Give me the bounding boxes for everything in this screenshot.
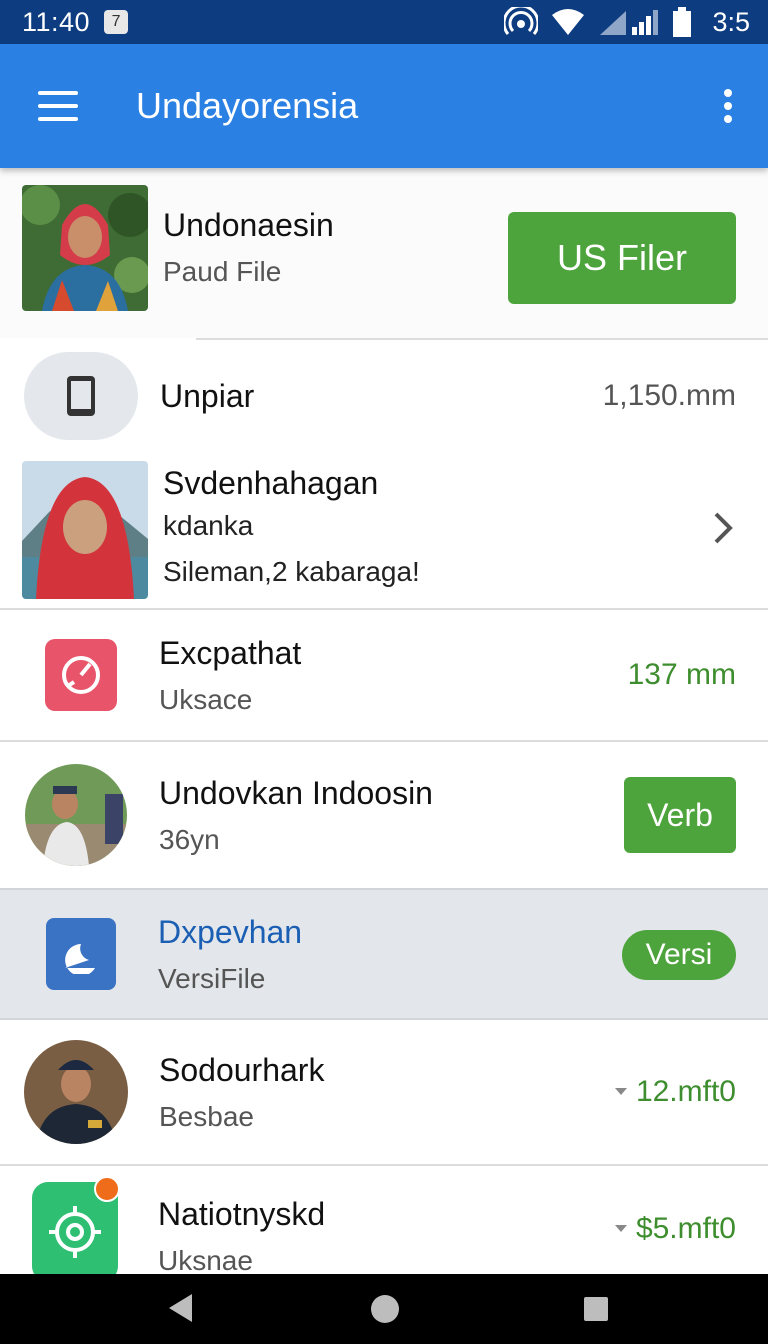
item-list: Undonaesin Paud File US Filer Unpiar 1,1… [0, 168, 768, 1274]
item-title: Dxpevhan [158, 913, 303, 950]
item-subtitle: Besbae [159, 1100, 254, 1132]
overflow-menu-icon[interactable] [722, 89, 734, 123]
item-value: 12.mft0 [635, 1075, 736, 1108]
list-item[interactable]: Sodourhark Besbae 12.mft0 [0, 1020, 768, 1164]
phone-icon [67, 376, 95, 416]
notification-badge: 7 [104, 10, 129, 34]
item-subtitle: kdanka [163, 509, 254, 541]
list-item[interactable]: Svdenhahagan kdanka Sileman,2 kabaraga! [0, 452, 768, 608]
item-title: Sodourhark [159, 1051, 325, 1088]
item-subtitle: Uksnae [158, 1245, 253, 1274]
wifi-icon [552, 9, 585, 35]
item-title: Svdenhahagan [163, 464, 379, 501]
item-subtitle: 36yn [159, 823, 220, 855]
hamburger-menu-icon[interactable] [38, 91, 78, 121]
item-value: 137 mm [627, 658, 736, 691]
status-time: 11:40 [22, 6, 91, 37]
list-item[interactable]: Undonaesin Paud File US Filer [0, 168, 768, 338]
hotspot-icon [504, 7, 539, 35]
settings-app-icon [32, 1176, 120, 1274]
signal-icon [600, 10, 659, 35]
home-icon[interactable] [370, 1294, 400, 1324]
navigation-bar [0, 1274, 768, 1344]
list-item-selected[interactable]: Dxpevhan VersiFile Versi [0, 888, 768, 1020]
verb-button[interactable]: Verb [624, 777, 736, 853]
item-value: 1,150.mm [602, 379, 736, 412]
item-subtitle: Paud File [163, 255, 282, 287]
item-title: Undonaesin [163, 206, 334, 243]
list-item[interactable]: Excpathat Uksace 137 mm [0, 610, 768, 740]
item-subtitle: VersiFile [158, 962, 266, 994]
man-outdoor-avatar [25, 764, 127, 866]
item-subtitle: Uksace [159, 683, 253, 715]
list-item[interactable]: Unpiar 1,150.mm [0, 340, 768, 452]
battery-icon [673, 7, 692, 37]
chevron-right-icon[interactable] [712, 510, 736, 546]
item-title: Unpiar [160, 377, 255, 414]
status-bar: 11:40 7 3:5 [0, 0, 768, 44]
caret-down-icon [614, 1225, 627, 1232]
us-filer-button[interactable]: US Filer [508, 212, 736, 304]
status-icons: 3:5 [504, 6, 750, 38]
list-item[interactable]: Undovkan Indoosin 36yn Verb [0, 742, 768, 888]
back-icon[interactable] [166, 1292, 194, 1324]
list-item[interactable]: Natiotnyskd Uksnae $5.mft0 [0, 1166, 768, 1274]
status-clock: 3:5 [712, 6, 750, 37]
item-title: Excpathat [159, 634, 302, 671]
gauge-app-icon [45, 639, 117, 711]
woman-batik-photo [22, 185, 148, 311]
item-title: Undovkan Indoosin [159, 774, 433, 811]
app-bar: Undayorensia [0, 44, 768, 168]
versi-button[interactable]: Versi [622, 930, 736, 980]
item-title: Natiotnyskd [158, 1196, 326, 1232]
item-value: $5.mft0 [635, 1212, 736, 1245]
item-detail: Sileman,2 kabaraga! [163, 555, 420, 587]
man-uniform-avatar [24, 1040, 128, 1144]
woman-hijab-photo [22, 461, 148, 599]
phone-icon-circle [24, 352, 138, 440]
caret-down-icon [614, 1088, 627, 1095]
recents-icon[interactable] [583, 1296, 609, 1322]
app-title: Undayorensia [136, 85, 359, 126]
notification-dot [94, 1176, 120, 1202]
moon-app-icon [46, 918, 116, 990]
